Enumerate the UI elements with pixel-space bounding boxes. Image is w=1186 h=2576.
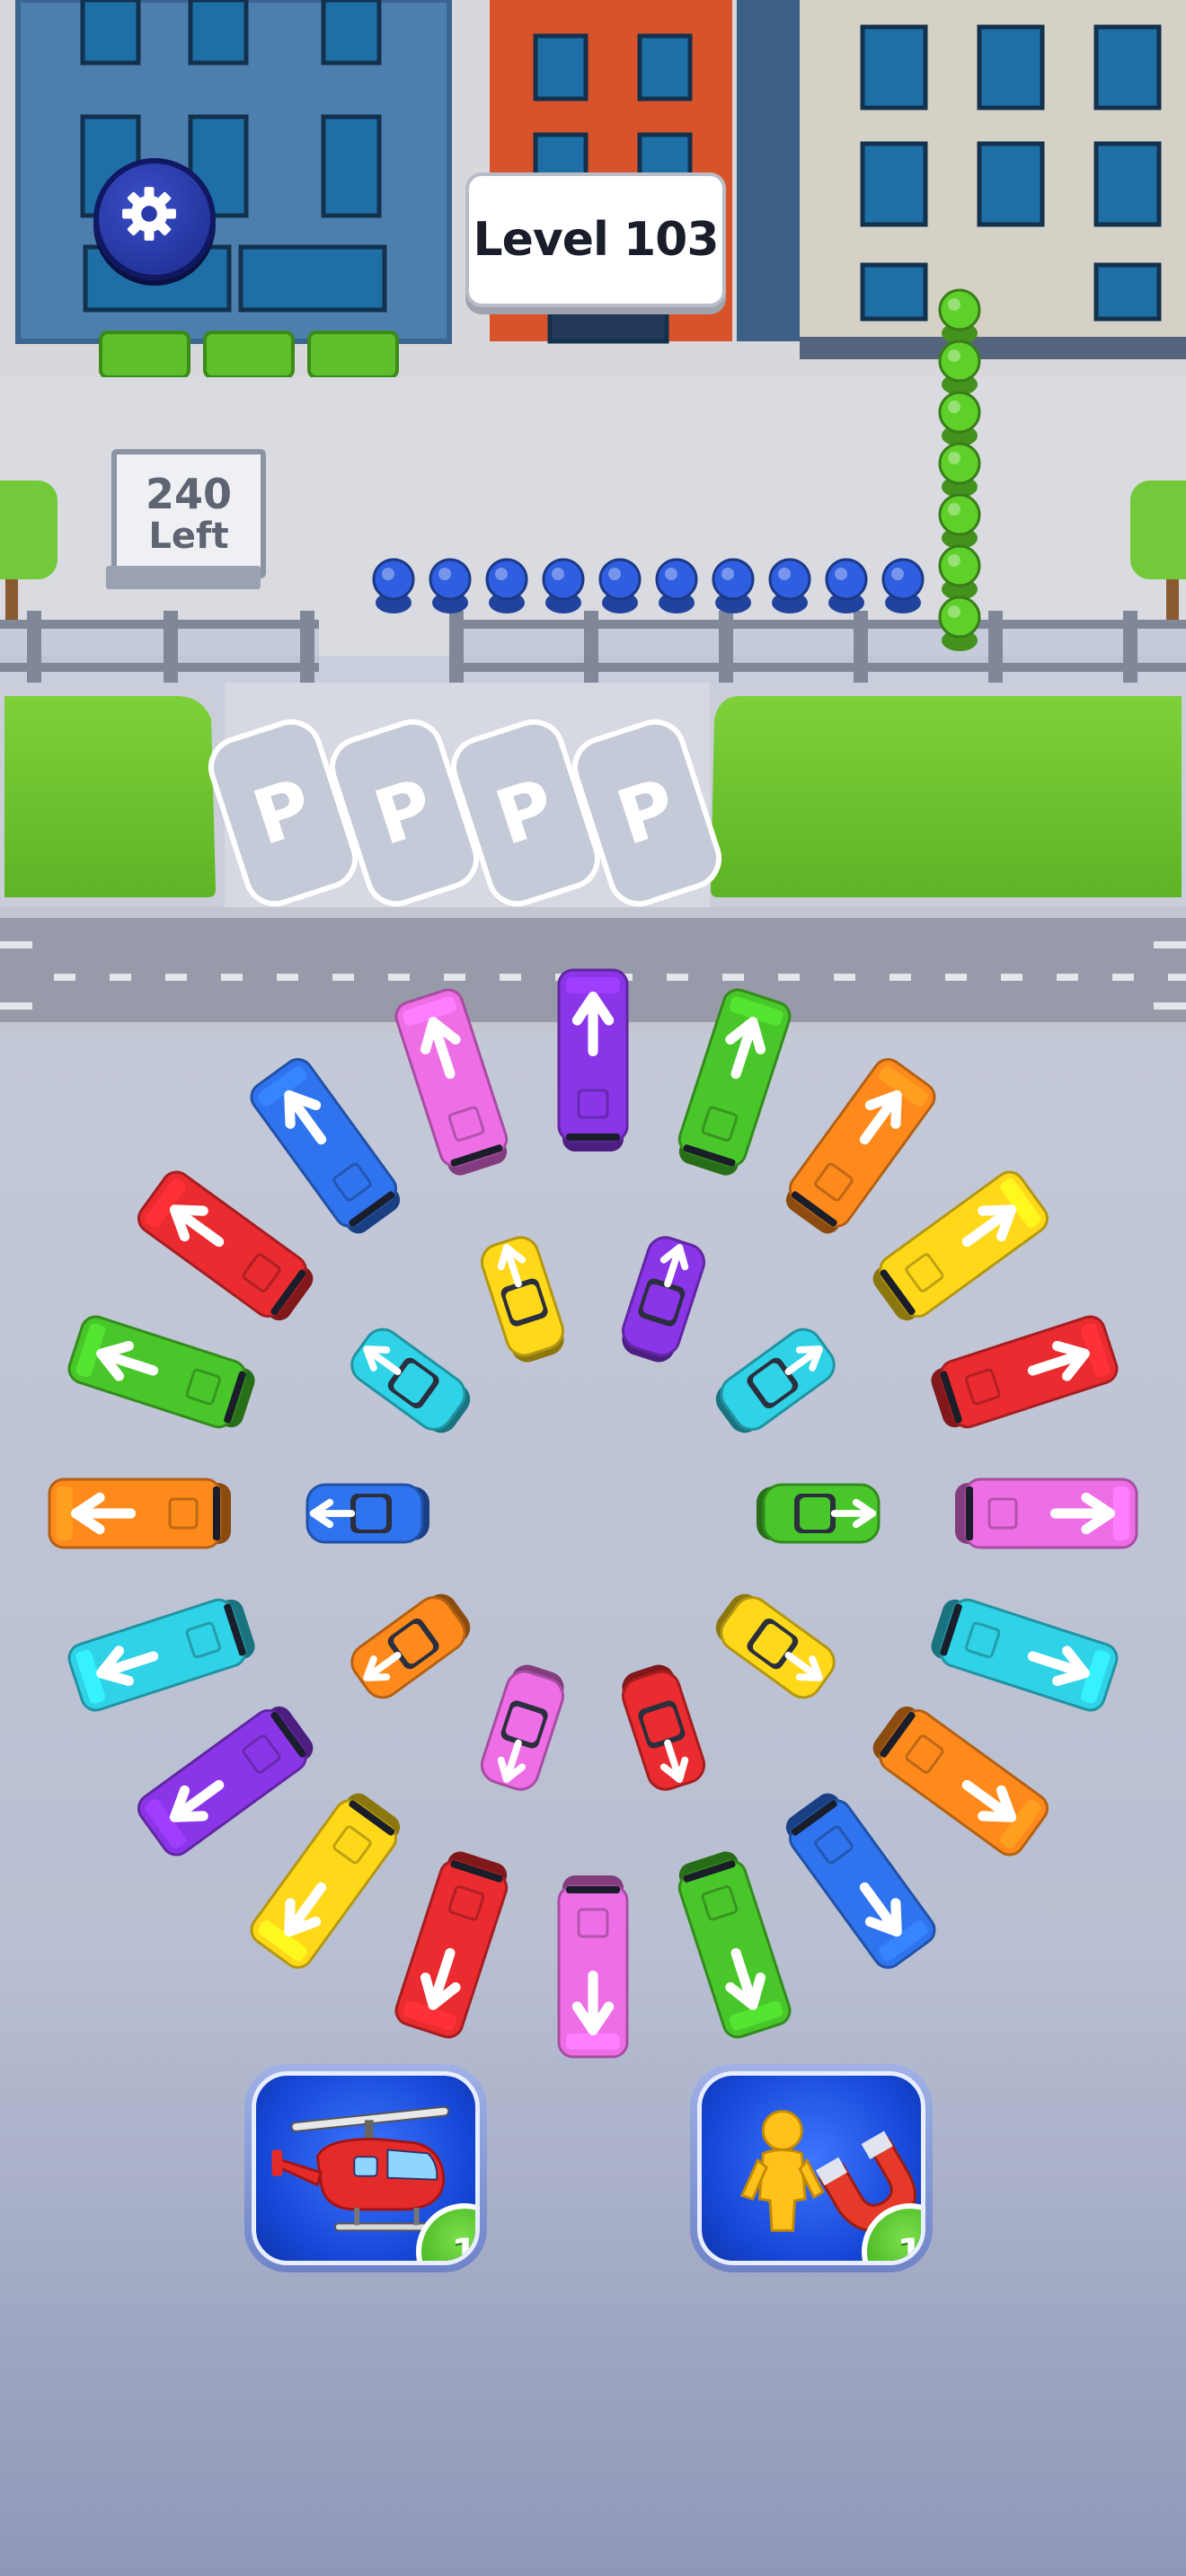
- lane-dash: [1168, 974, 1186, 981]
- passenger: [542, 558, 585, 613]
- passenger: [429, 558, 472, 613]
- passenger: [938, 595, 981, 651]
- lane-dash: [945, 974, 967, 981]
- remaining-label: Left: [148, 516, 229, 557]
- magnet-booster-button[interactable]: 1: [690, 2064, 933, 2272]
- lane-dash: [332, 974, 354, 981]
- lane-dash: [778, 974, 800, 981]
- remaining-count: 240: [145, 470, 233, 518]
- lane-dash: [221, 974, 243, 981]
- passenger: [485, 558, 528, 613]
- lane-dash: [890, 974, 911, 981]
- lane-dash: [1112, 974, 1134, 981]
- passenger: [938, 391, 981, 446]
- helicopter-booster-count: 1: [451, 2229, 478, 2265]
- passenger: [825, 558, 868, 613]
- lane-dash: [110, 974, 131, 981]
- lane-dash: [1001, 974, 1022, 981]
- passenger: [598, 558, 642, 613]
- magnet-booster-count: 1: [897, 2229, 924, 2265]
- lawn-right: [701, 687, 1186, 906]
- remaining-counter-sign: 240 Left: [111, 449, 266, 578]
- parking-spots: PPPP: [208, 719, 721, 907]
- level-badge: Level 103: [465, 172, 726, 307]
- helicopter-booster-button[interactable]: 1: [244, 2064, 487, 2272]
- passenger: [938, 544, 981, 600]
- passenger: [938, 288, 981, 344]
- bus[interactable]: [557, 1875, 629, 2059]
- lane-dash: [722, 974, 744, 981]
- car[interactable]: [757, 1483, 881, 1544]
- fence: [0, 611, 1186, 683]
- lane-dash: [500, 974, 521, 981]
- lane-dash: [277, 974, 298, 981]
- passenger: [712, 558, 755, 613]
- passenger: [372, 558, 415, 613]
- level-label: Level 103: [473, 213, 719, 267]
- passenger: [768, 558, 811, 613]
- lane-dash: [444, 974, 465, 981]
- settings-button[interactable]: [93, 158, 216, 280]
- bus[interactable]: [48, 1478, 231, 1549]
- passenger: [881, 558, 925, 613]
- sign-base: [106, 566, 261, 589]
- car[interactable]: [305, 1483, 429, 1544]
- gear-icon: [122, 187, 176, 241]
- bus[interactable]: [557, 968, 629, 1151]
- helicopter-booster-face: 1: [252, 2071, 480, 2265]
- bus[interactable]: [955, 1478, 1138, 1549]
- lane-dash: [834, 974, 855, 981]
- passenger: [938, 493, 981, 549]
- game-scene: PPPP: [0, 0, 1186, 2576]
- lane-dash: [165, 974, 187, 981]
- passenger: [938, 442, 981, 498]
- lawn-left: [0, 687, 226, 906]
- lane-dash: [388, 974, 410, 981]
- lane-dash: [1057, 974, 1078, 981]
- passenger: [655, 558, 698, 613]
- magnet-booster-face: 1: [697, 2071, 925, 2265]
- lane-dash: [667, 974, 688, 981]
- lane-dash: [54, 974, 75, 981]
- passenger: [938, 340, 981, 395]
